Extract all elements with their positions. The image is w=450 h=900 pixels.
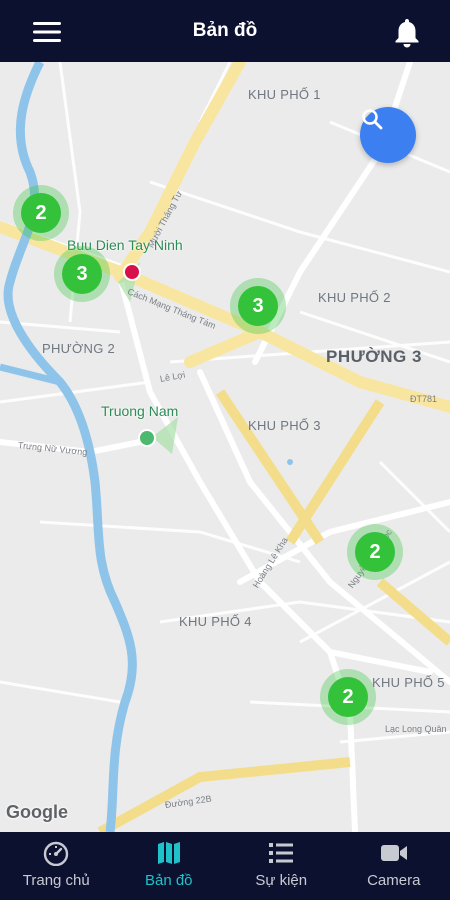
search-icon xyxy=(362,109,383,130)
cluster-marker[interactable]: 3 xyxy=(54,246,110,302)
google-attribution: Google xyxy=(6,802,68,822)
area-label: KHU PHỐ 5 xyxy=(372,675,445,690)
map-icon xyxy=(154,840,184,866)
hamburger-menu-icon[interactable] xyxy=(30,20,64,44)
street-label: ĐT781 xyxy=(410,394,438,404)
video-camera-icon xyxy=(379,840,409,866)
poi-label[interactable]: Truong Nam xyxy=(101,403,178,419)
tab-label: Sự kiện xyxy=(255,872,308,889)
area-label: KHU PHỐ 1 xyxy=(248,87,321,102)
bottom-tab-bar: Trang chủ Bản đồ Sự kiện Camera xyxy=(0,832,450,900)
cluster-marker[interactable]: 2 xyxy=(13,185,69,241)
tab-home[interactable]: Trang chủ xyxy=(0,832,113,900)
cluster-marker[interactable]: 2 xyxy=(347,524,403,580)
tab-camera[interactable]: Camera xyxy=(338,832,450,900)
area-label: KHU PHỐ 2 xyxy=(318,290,391,305)
cluster-marker[interactable]: 3 xyxy=(230,278,286,334)
tab-label: Camera xyxy=(367,872,421,889)
street-label: Lạc Long Quân xyxy=(385,724,447,734)
map-view[interactable]: Cách Mạng Tháng Tám Mười Tháng Tư Lê Lợi… xyxy=(0,62,450,832)
area-label: PHƯỜNG 2 xyxy=(42,341,116,356)
tab-label: Bản đồ xyxy=(144,872,193,889)
area-label: KHU PHỐ 4 xyxy=(179,614,252,629)
area-label: PHƯỜNG 3 xyxy=(326,347,422,366)
tab-map[interactable]: Bản đồ xyxy=(113,832,226,900)
tab-label: Trang chủ xyxy=(22,872,90,889)
tab-events[interactable]: Sự kiện xyxy=(225,832,338,900)
page-title: Bản đồ xyxy=(192,20,258,41)
cluster-marker[interactable]: 2 xyxy=(320,669,376,725)
bell-icon[interactable] xyxy=(390,15,424,49)
list-icon xyxy=(266,840,296,866)
app-header: Bản đồ xyxy=(0,0,450,62)
speedometer-icon xyxy=(41,840,71,866)
area-label: KHU PHỐ 3 xyxy=(248,418,321,433)
search-button[interactable] xyxy=(360,107,416,163)
